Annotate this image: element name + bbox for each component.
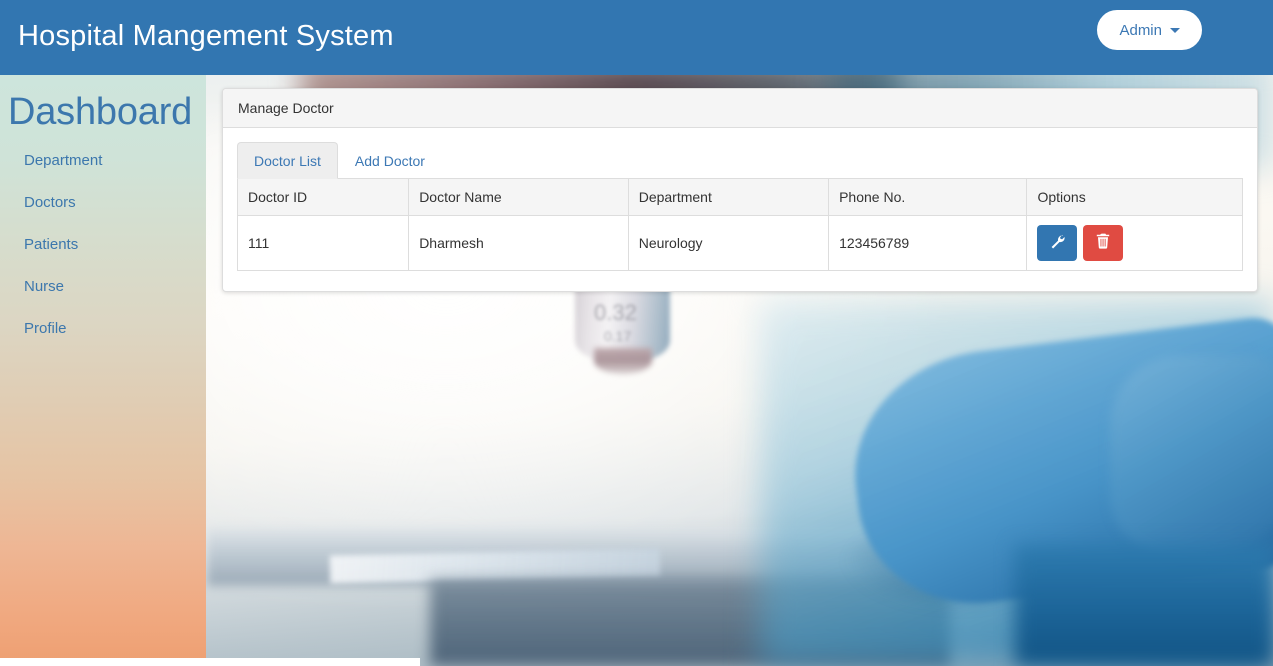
app-root: 0.32 0.17 Hospital Mangement System Admi…	[0, 0, 1273, 666]
sidebar-item-doctors[interactable]: Doctors	[24, 195, 194, 210]
sidebar-item-nurse[interactable]: Nurse	[24, 279, 194, 294]
horizontal-scrollbar-track[interactable]	[0, 658, 1273, 666]
sidebar: Dashboard Department Doctors Patients Nu…	[0, 75, 206, 666]
cell-department: Neurology	[627, 214, 830, 271]
lens-marking-line-2: 0.17	[604, 328, 632, 344]
top-navbar: Hospital Mangement System Admin	[0, 0, 1273, 75]
table-row: 111 Dharmesh Neurology 123456789	[236, 214, 1243, 271]
delete-doctor-button[interactable]	[1083, 224, 1124, 261]
gloved-hand-body	[1015, 545, 1273, 666]
doctor-table-head: Doctor ID Doctor Name Department Phone N…	[236, 179, 1243, 216]
app-brand-title: Hospital Mangement System	[18, 20, 394, 52]
cell-phone: 123456789	[828, 214, 1028, 271]
microscope-lens-markings: 0.32 0.17	[572, 300, 692, 360]
cell-doctor-id: 111	[236, 214, 410, 271]
column-header-doctor-name: Doctor Name	[408, 179, 629, 216]
sidebar-item-department[interactable]: Department	[24, 153, 194, 168]
sidebar-item-profile[interactable]: Profile	[24, 321, 194, 336]
cell-options	[1026, 214, 1243, 271]
panel-heading-title: Manage Doctor	[223, 89, 1257, 128]
admin-dropdown-button[interactable]: Admin	[1097, 10, 1202, 50]
column-header-options: Options	[1026, 179, 1243, 216]
sidebar-nav-list: Department Doctors Patients Nurse Profil…	[24, 153, 194, 363]
row-action-buttons	[1037, 224, 1232, 261]
sidebar-item-patients[interactable]: Patients	[24, 237, 194, 252]
manage-doctor-panel: Manage Doctor Doctor List Add Doctor Doc…	[222, 88, 1258, 292]
tab-add-doctor[interactable]: Add Doctor	[338, 142, 442, 179]
column-header-phone: Phone No.	[828, 179, 1028, 216]
trash-icon	[1096, 233, 1111, 252]
doctor-list-table: Doctor ID Doctor Name Department Phone N…	[236, 179, 1243, 271]
wrench-icon	[1049, 233, 1066, 252]
tab-doctor-list[interactable]: Doctor List	[237, 142, 338, 179]
panel-body: Doctor List Add Doctor Doctor ID Doctor …	[223, 128, 1257, 291]
sidebar-dashboard-title: Dashboard	[8, 91, 193, 133]
admin-dropdown-label: Admin	[1119, 21, 1162, 39]
column-header-doctor-id: Doctor ID	[236, 179, 410, 216]
doctor-tabs: Doctor List Add Doctor	[237, 142, 1243, 179]
doctor-table-body: 111 Dharmesh Neurology 123456789	[236, 214, 1243, 271]
table-header-row: Doctor ID Doctor Name Department Phone N…	[236, 179, 1243, 216]
column-header-department: Department	[627, 179, 830, 216]
edit-doctor-button[interactable]	[1037, 224, 1078, 261]
lens-marking-line-1: 0.32	[594, 300, 637, 325]
gloved-knuckle	[1110, 355, 1273, 555]
caret-down-icon	[1170, 27, 1180, 33]
cell-doctor-name: Dharmesh	[408, 214, 629, 271]
horizontal-scrollbar-thumb[interactable]	[0, 658, 420, 666]
